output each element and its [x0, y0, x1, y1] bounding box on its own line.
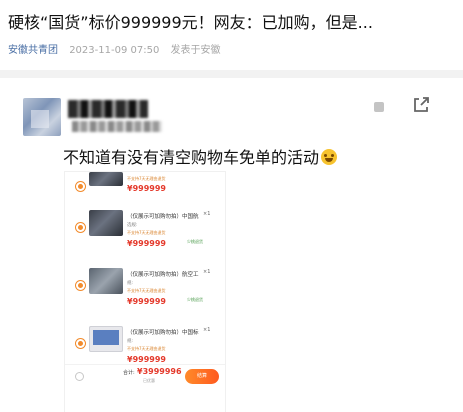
article-source[interactable]: 安徽共青团: [8, 45, 58, 56]
total-price: ¥3999996: [137, 367, 182, 376]
item-price: ¥999999: [127, 297, 166, 306]
section-divider: [0, 70, 463, 78]
item-tag: 不支持7天无理由退货: [127, 288, 166, 293]
article-location: 发表于安徽: [170, 45, 221, 56]
item-price: ¥999999: [127, 355, 166, 364]
item-select-radio[interactable]: [76, 182, 85, 191]
item-quantity[interactable]: ×1: [203, 269, 210, 275]
post-subline-blurred: [72, 121, 162, 132]
checkout-button[interactable]: 结算: [185, 369, 219, 384]
share-icon[interactable]: [411, 95, 431, 115]
cart-item: （仅展示可加购勿拍）中国航 选规: 不支持7天无理由退货 ¥999999 ×1 …: [65, 202, 225, 262]
item-name[interactable]: （仅展示可加购勿拍）中国标: [127, 328, 199, 336]
product-thumbnail[interactable]: [89, 326, 123, 352]
more-dot[interactable]: [374, 102, 384, 112]
item-name[interactable]: （仅展示可加购勿拍）中国航: [127, 212, 199, 220]
embedded-post: 不知道有没有清空购物车免单的活动 不支持7天无理由退货 ¥999999 （仅展示…: [0, 78, 463, 412]
select-all-radio[interactable]: [76, 373, 83, 380]
item-action[interactable]: 少桃退货: [187, 239, 203, 245]
article-datetime: 2023-11-09 07:50: [69, 45, 160, 56]
item-spec[interactable]: 选规:: [127, 222, 138, 228]
item-select-radio[interactable]: [76, 223, 85, 232]
cart-checkout-bar: 合计: ¥3999996 已优惠 结算: [65, 364, 225, 389]
product-thumbnail[interactable]: [89, 210, 123, 236]
item-select-radio[interactable]: [76, 281, 85, 290]
item-price: ¥999999: [127, 184, 166, 193]
username-blurred: [68, 100, 148, 118]
item-tag: 不支持7天无理由退货: [127, 346, 166, 351]
product-thumbnail[interactable]: [89, 268, 123, 294]
article-meta: 安徽共青团 2023-11-09 07:50 发表于安徽: [8, 41, 229, 56]
cart-item: （仅展示可加购勿拍）航空工 规: 不支持7天无理由退货 ¥999999 ×1 少…: [65, 260, 225, 320]
item-name[interactable]: （仅展示可加购勿拍）航空工: [127, 270, 199, 278]
item-quantity[interactable]: ×1: [203, 211, 210, 217]
total-label: 合计:: [123, 370, 135, 376]
post-text-content: 不知道有没有清空购物车免单的活动: [63, 148, 320, 167]
item-price: ¥999999: [127, 239, 166, 248]
item-action[interactable]: 少桃退货: [187, 297, 203, 303]
avatar[interactable]: [23, 98, 61, 136]
item-quantity[interactable]: ×1: [203, 327, 210, 333]
total-discount: 已优惠: [143, 378, 155, 383]
item-tag: 不支持7天无理由退货: [127, 176, 166, 181]
item-tag: 不支持7天无理由退货: [127, 230, 166, 235]
post-text: 不知道有没有清空购物车免单的活动: [63, 144, 338, 168]
item-select-radio[interactable]: [76, 339, 85, 348]
product-thumbnail[interactable]: [89, 172, 123, 186]
article-title[interactable]: 硬核“国货”标价999999元！网友：已加购，但是...: [8, 9, 373, 33]
item-spec[interactable]: 规:: [127, 280, 133, 286]
grinning-sweat-face-icon: [321, 149, 338, 165]
article-header: 硬核“国货”标价999999元！网友：已加购，但是... 安徽共青团 2023-…: [0, 0, 463, 70]
item-spec[interactable]: 规:: [127, 338, 133, 344]
